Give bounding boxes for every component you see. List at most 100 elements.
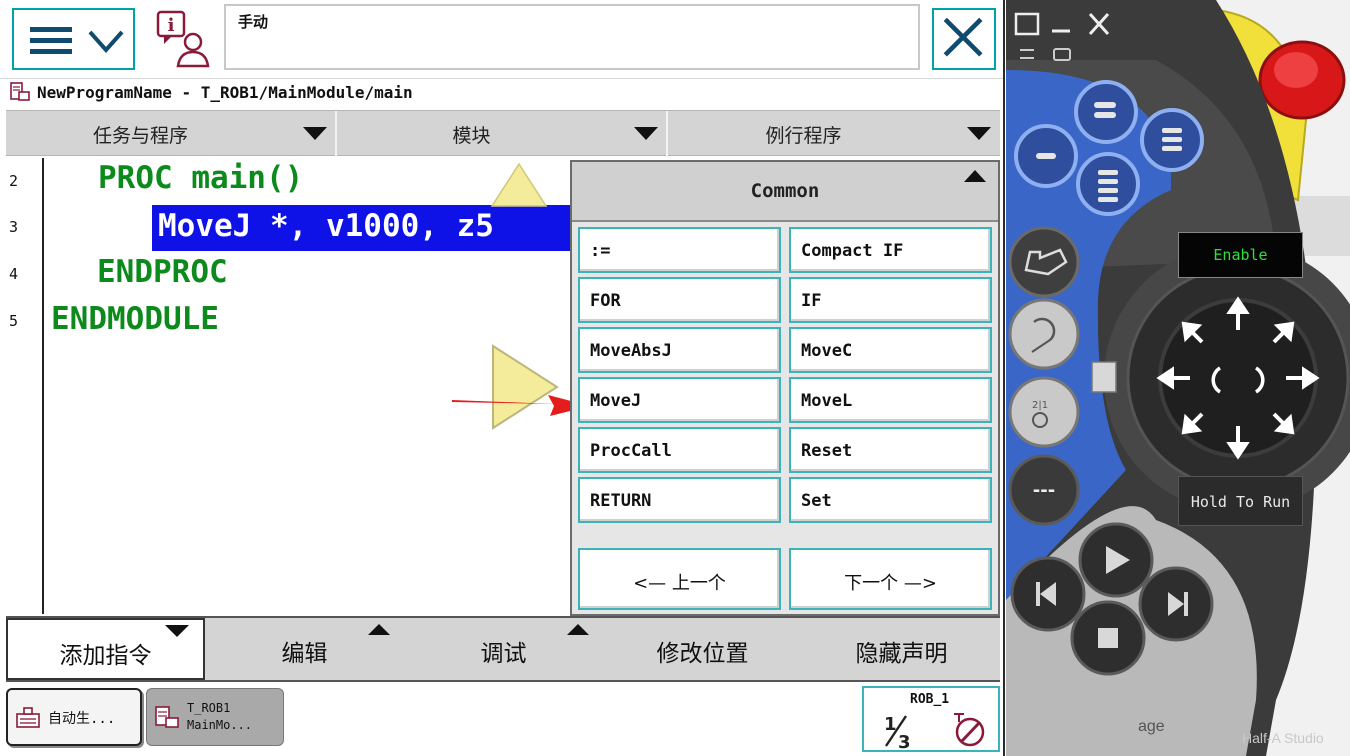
debug-button[interactable]: 调试 <box>404 618 603 680</box>
menu-arrow-up-icon <box>567 624 589 635</box>
previous-page-label: <— 上一个 <box>633 573 726 594</box>
instruction-button[interactable]: IF <box>789 277 992 323</box>
modify-position-label: 修改位置 <box>656 641 749 667</box>
hide-declarations-label: 隐藏声明 <box>855 641 948 667</box>
code-line-selected[interactable]: MoveJ *, v1000, z5 <box>152 205 570 251</box>
increment-key[interactable] <box>1008 376 1080 448</box>
motion-mode-key[interactable] <box>1008 298 1080 370</box>
tab-tasks-programs[interactable]: 任务与程序 <box>6 111 337 157</box>
program-icon <box>155 706 179 728</box>
code-line[interactable]: PROC main() <box>98 160 303 196</box>
operating-mode-label: 手动 <box>238 13 269 31</box>
instruction-button[interactable]: := <box>578 227 781 273</box>
chevron-down-icon <box>88 30 124 54</box>
auto-production-icon <box>16 707 40 728</box>
movej-button[interactable]: MoveJ <box>578 377 781 423</box>
instruction-label: RETURN <box>590 491 652 511</box>
line-number: 4 <box>9 265 19 283</box>
menu-arrow-up-icon <box>368 624 390 635</box>
dropdown-arrow-icon <box>634 127 658 140</box>
instruction-label: IF <box>801 291 822 311</box>
hold-to-run-label: Hold To Run <box>1190 493 1291 511</box>
code-line[interactable]: ENDPROC <box>97 254 228 290</box>
instruction-button[interactable]: Reset <box>789 427 992 473</box>
top-bar: i 手动 <box>0 0 1003 78</box>
tab-modules[interactable]: 模块 <box>337 111 668 157</box>
add-instruction-button[interactable]: 添加指令 <box>6 618 205 680</box>
mechanical-unit-key[interactable] <box>1008 226 1080 298</box>
teach-pendant-screen: i 手动 NewProgramName - T_ROB1/MainModule/… <box>0 0 1005 756</box>
instruction-label: Set <box>801 491 832 511</box>
program-path: NewProgramName - T_ROB1/MainModule/main <box>37 83 413 102</box>
instruction-button[interactable]: Set <box>789 477 992 523</box>
insert-above-marker-icon <box>490 162 548 207</box>
tab-routines[interactable]: 例行程序 <box>668 111 999 157</box>
main-menu-button[interactable] <box>12 8 135 70</box>
line-number-gutter: 2 3 4 5 <box>6 158 44 614</box>
watermark-text: Half-A Studio <box>1242 730 1324 746</box>
navigation-tabs: 任务与程序 模块 例行程序 <box>6 110 1000 157</box>
instruction-button[interactable]: Compact IF <box>789 227 992 273</box>
task-label: T_ROB1 MainMo... <box>187 701 253 732</box>
info-person-icon[interactable]: i <box>152 8 214 70</box>
add-instruction-label: 添加指令 <box>59 643 152 669</box>
hide-declarations-button[interactable]: 隐藏声明 <box>802 618 1001 680</box>
close-button[interactable] <box>932 8 996 70</box>
instruction-label: MoveL <box>801 391 853 411</box>
previous-page-button[interactable]: <— 上一个 <box>578 548 781 610</box>
program-icon <box>10 82 30 101</box>
line-number: 2 <box>9 172 19 190</box>
task-program-editor[interactable]: T_ROB1 MainMo... <box>146 688 284 746</box>
next-page-button[interactable]: 下一个 —> <box>789 548 992 610</box>
instruction-button[interactable]: MoveC <box>789 327 992 373</box>
svg-text:2|1: 2|1 <box>1032 400 1048 411</box>
edit-label: 编辑 <box>281 641 328 667</box>
tab-label: 模块 <box>452 125 491 147</box>
status-bar[interactable]: 手动 <box>224 4 920 70</box>
line-number: 5 <box>9 312 19 330</box>
command-bar: 添加指令 编辑 调试 修改位置 隐藏声明 <box>6 616 1000 682</box>
code-line-text: MoveJ *, v1000, z5 <box>158 208 494 244</box>
instruction-button[interactable]: FOR <box>578 277 781 323</box>
background-text: age <box>1138 718 1165 735</box>
svg-text:i: i <box>168 15 175 36</box>
code-editor[interactable]: 2 3 4 5 PROC main() MoveJ *, v1000, z5 E… <box>6 158 570 614</box>
tab-label: 任务与程序 <box>92 125 188 147</box>
instruction-category-title: Common <box>750 180 820 202</box>
hamburger-menu-icon <box>30 27 72 55</box>
debug-label: 调试 <box>480 641 527 667</box>
instruction-button[interactable]: RETURN <box>578 477 781 523</box>
enable-indicator[interactable]: Enable <box>1178 232 1303 278</box>
instruction-label: Compact IF <box>801 241 904 261</box>
tab-label: 例行程序 <box>765 125 842 147</box>
instruction-button[interactable]: MoveL <box>789 377 992 423</box>
close-icon <box>943 17 983 57</box>
dropdown-arrow-icon <box>967 127 991 140</box>
instruction-label: MoveC <box>801 341 853 361</box>
menu-open-arrow-icon <box>165 625 189 637</box>
flexpendant-body: 2|1 --- <box>1006 0 1350 756</box>
instruction-category-header[interactable]: Common <box>572 162 998 222</box>
collapse-arrow-icon[interactable] <box>964 170 986 182</box>
instruction-button[interactable]: ProcCall <box>578 427 781 473</box>
hold-to-run-button[interactable]: Hold To Run <box>1178 476 1303 526</box>
edit-button[interactable]: 编辑 <box>205 618 404 680</box>
speed-icon <box>954 713 985 747</box>
quickset-robot-button[interactable]: ROB_1 1 3 <box>862 686 1000 752</box>
instruction-picker: Common := Compact IF FOR IF MoveAbsJ Mov… <box>570 160 1000 616</box>
dropdown-arrow-icon <box>303 127 327 140</box>
taskbar: 自动生... T_ROB1 MainMo... ROB_1 1 3 <box>0 684 1003 756</box>
robot-name: ROB_1 <box>910 692 950 707</box>
task-label: 自动生... <box>48 711 116 727</box>
one-third-icon: 1 3 <box>884 714 911 750</box>
task-auto-generated[interactable]: 自动生... <box>6 688 142 746</box>
enable-label: Enable <box>1213 246 1268 264</box>
modify-position-button[interactable]: 修改位置 <box>603 618 802 680</box>
instruction-button[interactable]: MoveAbsJ <box>578 327 781 373</box>
line-number: 3 <box>9 218 19 236</box>
code-line[interactable]: ENDMODULE <box>51 301 219 337</box>
instruction-label: Reset <box>801 441 853 461</box>
instruction-label: ProcCall <box>590 441 672 461</box>
next-page-label: 下一个 —> <box>844 573 937 594</box>
insert-below-marker-icon <box>492 344 559 430</box>
